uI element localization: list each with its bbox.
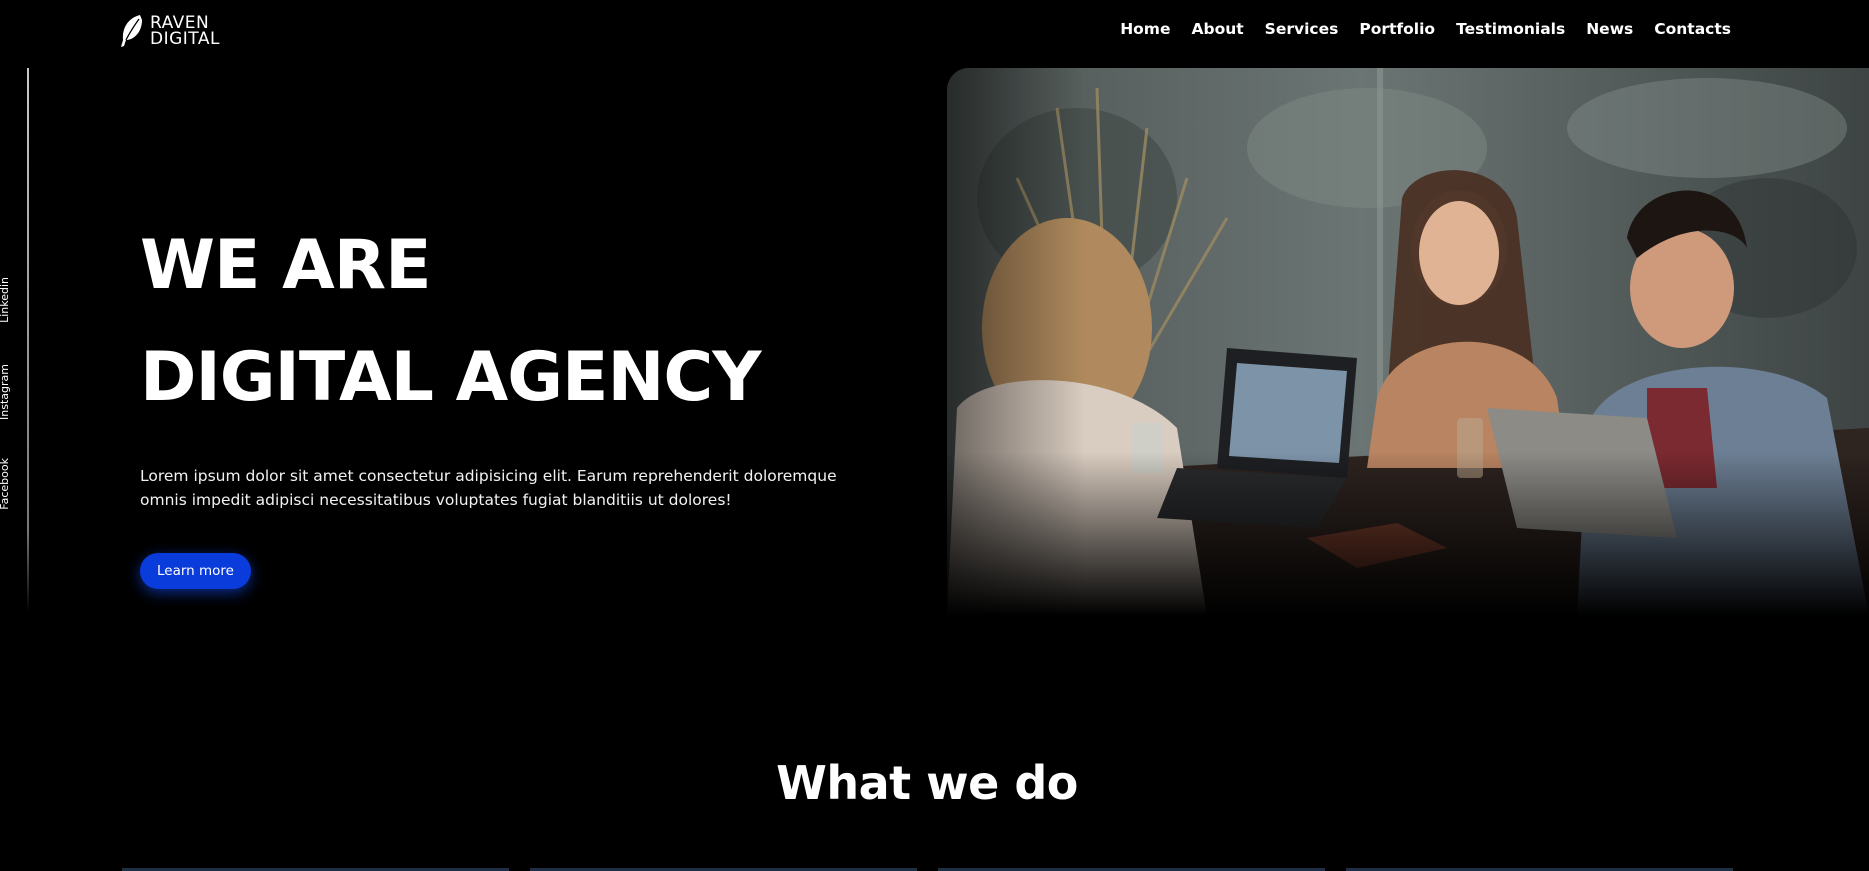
logo-text: RAVEN DIGITAL xyxy=(150,15,220,49)
nav-services[interactable]: Services xyxy=(1265,20,1339,38)
nav-testimonials[interactable]: Testimonials xyxy=(1456,20,1565,38)
social-instagram[interactable]: Instagram xyxy=(0,364,12,420)
logo[interactable]: RAVEN DIGITAL xyxy=(120,14,220,48)
hero-title-line-2: DIGITAL AGENCY xyxy=(140,338,762,417)
hero-description: Lorem ipsum dolor sit amet consectetur a… xyxy=(140,467,837,509)
learn-more-button[interactable]: Learn more xyxy=(140,553,251,589)
nav-contacts[interactable]: Contacts xyxy=(1654,20,1731,38)
team-meeting-photo-icon xyxy=(947,68,1869,616)
logo-line-2: DIGITAL xyxy=(150,29,220,49)
site-header: RAVEN DIGITAL Home About Services Portfo… xyxy=(0,0,1869,66)
hero-title: WE ARE DIGITAL AGENCY xyxy=(140,210,762,434)
social-facebook[interactable]: Facebook xyxy=(0,458,12,510)
nav-about[interactable]: About xyxy=(1191,20,1243,38)
nav-portfolio[interactable]: Portfolio xyxy=(1359,20,1435,38)
nav-news[interactable]: News xyxy=(1586,20,1633,38)
nav-home[interactable]: Home xyxy=(1120,20,1170,38)
section-title: What we do xyxy=(776,756,1078,810)
leaf-logo-icon xyxy=(121,15,142,47)
hero-image xyxy=(947,68,1869,616)
hero-title-line-1: WE ARE xyxy=(140,226,432,305)
social-divider xyxy=(27,68,29,612)
social-linkedin[interactable]: Linkedin xyxy=(0,277,12,323)
main-nav: Home About Services Portfolio Testimonia… xyxy=(1120,20,1731,38)
